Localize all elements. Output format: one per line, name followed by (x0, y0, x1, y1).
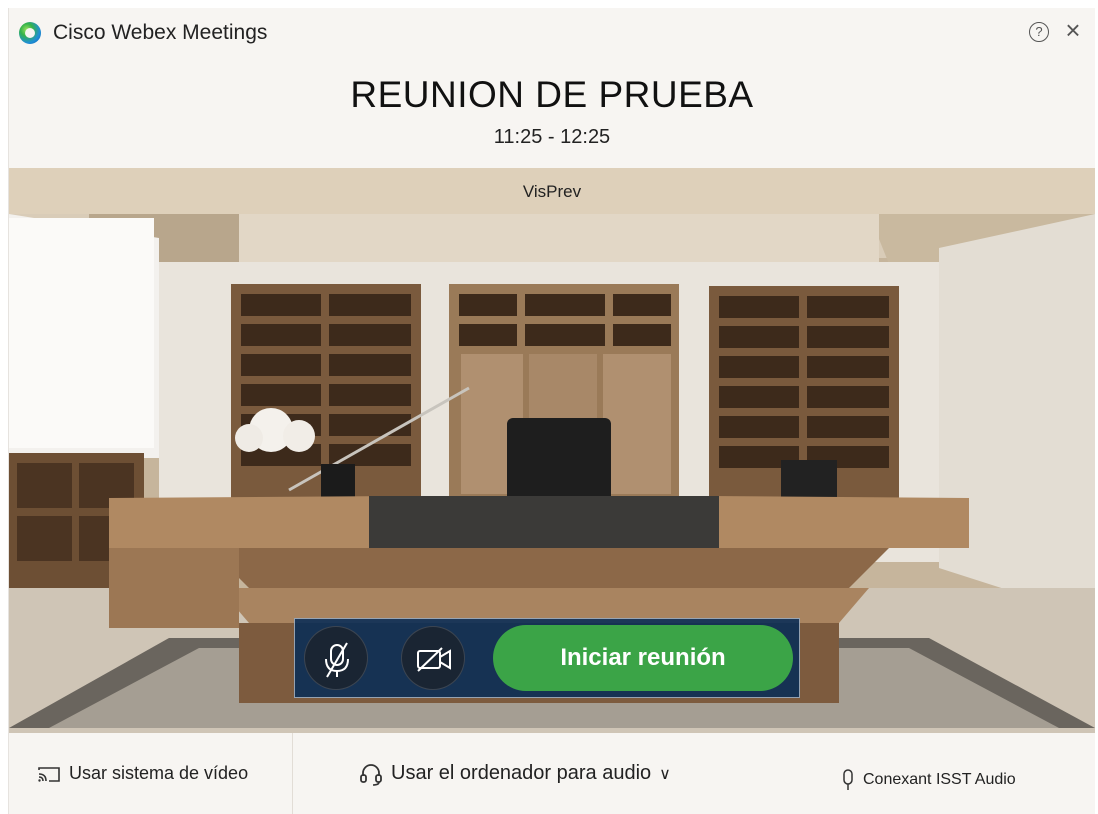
meeting-time: 11:25 - 12:25 (493, 126, 611, 148)
preview-name-band: VisPrev (9, 168, 1095, 214)
bottom-bar: Usar sistema de vídeo Usar el ordenador … (9, 733, 1095, 814)
headset-icon (360, 763, 382, 786)
audio-connection-label: Usar el ordenador para audio (391, 762, 652, 784)
camera-off-icon (417, 647, 451, 672)
stop-video-button[interactable] (401, 626, 465, 690)
webex-logo-icon (19, 22, 41, 44)
mic-muted-icon (325, 642, 349, 678)
mute-button[interactable] (304, 626, 368, 690)
start-meeting-button[interactable]: Iniciar reunión (493, 625, 793, 691)
use-video-system-label: Usar sistema de vídeo (69, 763, 249, 783)
audio-connection-dropdown[interactable]: Usar el ordenador para audio ∨ (359, 733, 671, 814)
bottom-divider (292, 733, 293, 814)
meeting-title: REUNION DE PRUEBA (350, 74, 754, 115)
app-title: Cisco Webex Meetings (53, 21, 268, 44)
video-preview: VisPrev Iniciar reunión (9, 168, 1095, 733)
use-video-system-button[interactable]: Usar sistema de vídeo (37, 733, 248, 814)
preview-name: VisPrev (522, 182, 582, 201)
title-bar: Cisco Webex Meetings ? × (9, 8, 1095, 60)
audio-device-selector[interactable]: Conexant ISST Audio (841, 739, 1016, 814)
close-icon[interactable]: × (1061, 17, 1085, 43)
audio-device-label: Conexant ISST Audio (863, 770, 1016, 788)
meeting-controls: Iniciar reunión (294, 618, 800, 698)
chevron-down-icon: ∨ (659, 765, 671, 783)
webex-window: Cisco Webex Meetings ? × REUNION DE PRUE… (8, 8, 1095, 814)
cast-icon (38, 766, 60, 782)
microphone-icon (843, 768, 853, 790)
help-icon[interactable]: ? (1029, 22, 1049, 42)
